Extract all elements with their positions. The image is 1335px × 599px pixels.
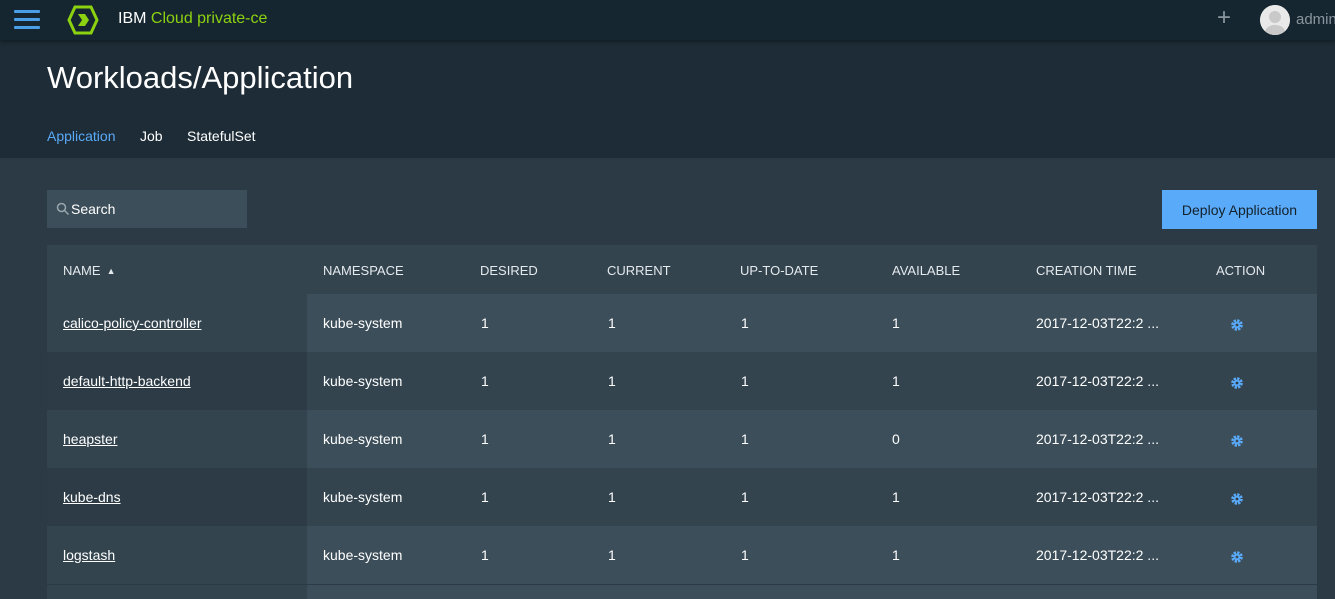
column-header-desired[interactable]: DESIRED: [480, 263, 538, 278]
creation-time-cell: 2017-12-03T22:2 ...: [1036, 315, 1159, 331]
column-header-up-to-date[interactable]: UP-TO-DATE: [740, 263, 818, 278]
creation-time-cell: 2017-12-03T22:2 ...: [1036, 373, 1159, 389]
tab-statefulset[interactable]: StatefulSet: [187, 128, 256, 144]
table-row-partial: [47, 585, 1317, 599]
current-cell: 1: [608, 547, 616, 563]
brand-suffix: Cloud private-ce: [150, 10, 268, 27]
creation-time-cell: 2017-12-03T22:2 ...: [1036, 489, 1159, 505]
column-header-name[interactable]: NAME ▲: [63, 263, 115, 278]
page-title: Workloads/Application: [47, 60, 354, 95]
column-header-available[interactable]: AVAILABLE: [892, 263, 960, 278]
tab-job[interactable]: Job: [140, 128, 163, 144]
up-to-date-cell: 1: [741, 489, 749, 505]
search-icon: [56, 202, 70, 216]
table-row: logstash kube-system 1 1 1 1 2017-12-03T…: [47, 526, 1317, 584]
user-avatar-icon: [1260, 5, 1290, 35]
applications-table: NAME ▲ NAMESPACE DESIRED CURRENT UP-TO-DA…: [47, 245, 1317, 584]
desired-cell: 1: [481, 315, 489, 331]
available-cell: 1: [892, 315, 900, 331]
gear-icon[interactable]: [1230, 434, 1244, 448]
gear-icon[interactable]: [1230, 376, 1244, 390]
table-row: kube-dns kube-system 1 1 1 1 2017-12-03T…: [47, 468, 1317, 526]
table-header-row: NAME ▲ NAMESPACE DESIRED CURRENT UP-TO-DA…: [47, 245, 1317, 294]
user-avatar[interactable]: [1260, 5, 1290, 35]
add-icon[interactable]: +: [1212, 4, 1236, 32]
column-header-action: ACTION: [1216, 263, 1266, 278]
ibm-cloud-logo: [67, 5, 99, 35]
namespace-cell: kube-system: [323, 547, 403, 563]
namespace-cell: kube-system: [323, 489, 403, 505]
available-cell: 1: [892, 373, 900, 389]
hamburger-menu-icon[interactable]: [14, 10, 40, 30]
desired-cell: 1: [481, 373, 489, 389]
available-cell: 1: [892, 489, 900, 505]
namespace-cell: kube-system: [323, 431, 403, 447]
application-name-link[interactable]: heapster: [63, 431, 117, 447]
up-to-date-cell: 1: [741, 373, 749, 389]
gear-icon[interactable]: [1230, 550, 1244, 564]
gear-icon[interactable]: [1230, 492, 1244, 506]
brand-prefix: IBM: [118, 10, 147, 27]
table-row: default-http-backend kube-system 1 1 1 1…: [47, 352, 1317, 410]
column-header-name-label: NAME: [63, 263, 101, 278]
deploy-application-button[interactable]: Deploy Application: [1162, 190, 1317, 229]
up-to-date-cell: 1: [741, 315, 749, 331]
current-cell: 1: [608, 431, 616, 447]
user-name[interactable]: admin: [1296, 11, 1335, 28]
top-navigation-bar: IBM Cloud private-ce + admin: [0, 0, 1335, 40]
current-cell: 1: [608, 489, 616, 505]
up-to-date-cell: 1: [741, 547, 749, 563]
current-cell: 1: [608, 373, 616, 389]
creation-time-cell: 2017-12-03T22:2 ...: [1036, 431, 1159, 447]
column-header-current[interactable]: CURRENT: [607, 263, 671, 278]
available-cell: 1: [892, 547, 900, 563]
desired-cell: 1: [481, 547, 489, 563]
table-row: calico-policy-controller kube-system 1 1…: [47, 294, 1317, 352]
search-input[interactable]: [71, 190, 241, 228]
namespace-cell: kube-system: [323, 315, 403, 331]
current-cell: 1: [608, 315, 616, 331]
desired-cell: 1: [481, 431, 489, 447]
application-name-link[interactable]: calico-policy-controller: [63, 315, 202, 331]
available-cell: 0: [892, 431, 900, 447]
desired-cell: 1: [481, 489, 489, 505]
column-header-creation-time[interactable]: CREATION TIME: [1036, 263, 1137, 278]
column-header-namespace[interactable]: NAMESPACE: [323, 263, 404, 278]
search-box[interactable]: [47, 190, 247, 228]
application-name-link[interactable]: logstash: [63, 547, 115, 563]
product-name: IBM Cloud private-ce: [118, 10, 267, 28]
namespace-cell: kube-system: [323, 373, 403, 389]
tab-application[interactable]: Application: [47, 128, 116, 144]
application-name-link[interactable]: kube-dns: [63, 489, 121, 505]
gear-icon[interactable]: [1230, 318, 1244, 332]
creation-time-cell: 2017-12-03T22:2 ...: [1036, 547, 1159, 563]
application-name-link[interactable]: default-http-backend: [63, 373, 191, 389]
table-row: heapster kube-system 1 1 1 0 2017-12-03T…: [47, 410, 1317, 468]
sort-ascending-icon[interactable]: ▲: [107, 266, 116, 276]
page-header: Workloads/Application Application Job St…: [0, 40, 1335, 158]
up-to-date-cell: 1: [741, 431, 749, 447]
